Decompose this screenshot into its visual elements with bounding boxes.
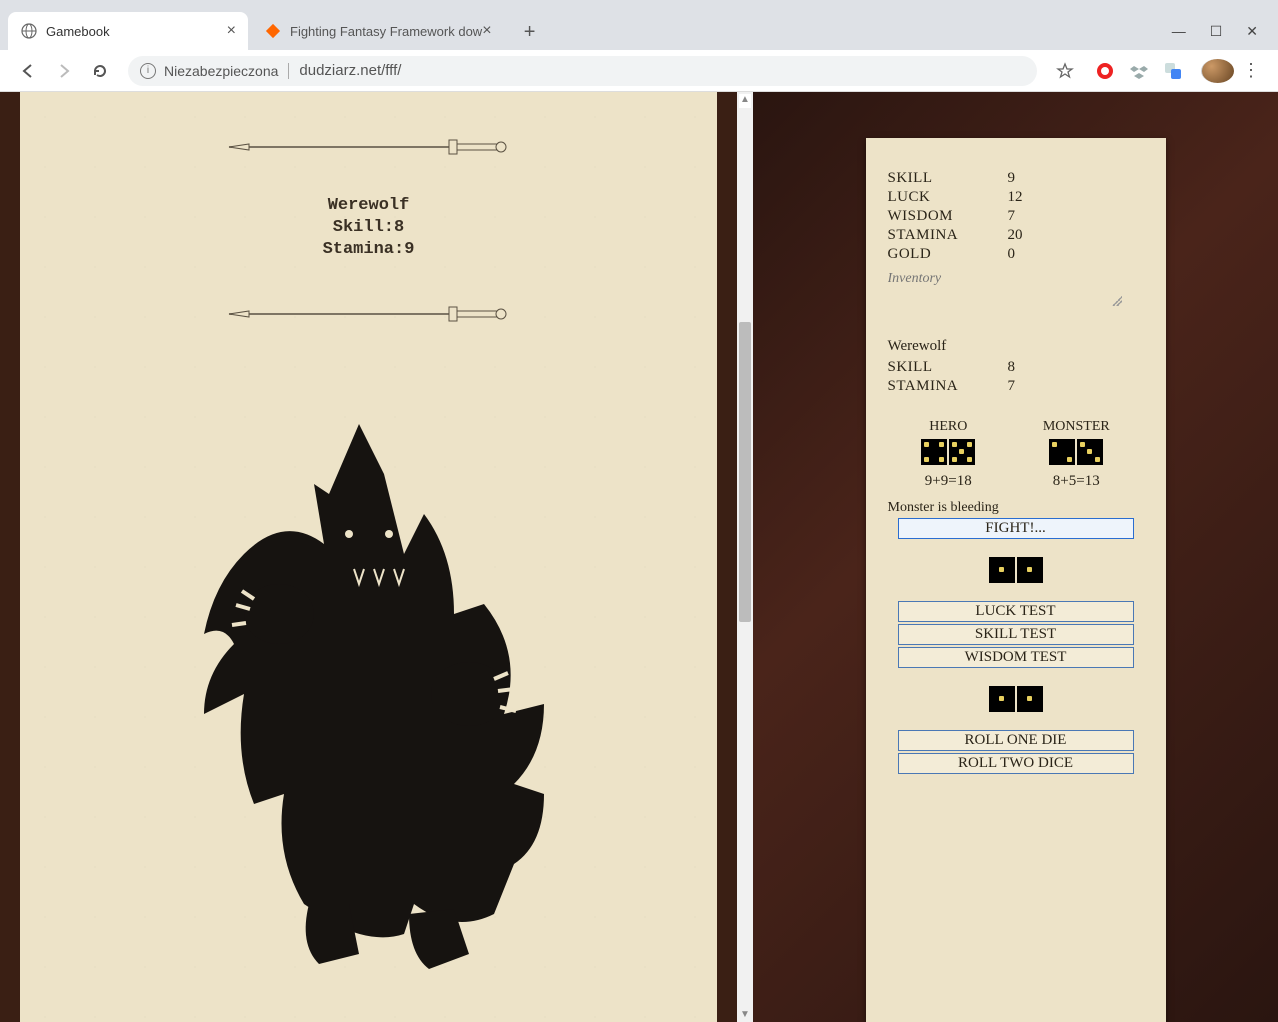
character-sheet-pane: SKILL9 LUCK12 WISDOM7 STAMINA20 GOLD0 We… xyxy=(753,92,1278,1022)
enemy-stat-block: Werewolf Skill:8 Stamina:9 xyxy=(20,195,717,261)
enemy-name: Werewolf xyxy=(20,195,717,217)
minimize-icon[interactable]: — xyxy=(1172,23,1186,40)
enemy-skill: Skill:8 xyxy=(20,217,717,239)
tab-title: Gamebook xyxy=(46,24,110,39)
monster-calc: 8+5=13 xyxy=(1043,473,1110,490)
close-window-icon[interactable]: ✕ xyxy=(1246,23,1258,40)
extensions xyxy=(1095,61,1183,81)
forward-button[interactable] xyxy=(50,57,78,85)
die-icon xyxy=(989,557,1015,583)
translate-icon[interactable] xyxy=(1163,61,1183,81)
sourceforge-icon xyxy=(264,22,282,40)
globe-icon xyxy=(20,22,38,40)
die-icon xyxy=(921,439,947,465)
werewolf-illustration xyxy=(159,414,579,974)
maximize-icon[interactable]: ☐ xyxy=(1210,23,1223,40)
back-button[interactable] xyxy=(14,57,42,85)
hero-combat-column: HERO 9+9=18 xyxy=(921,419,975,490)
new-tab-button[interactable]: + xyxy=(516,18,544,46)
kebab-menu-icon[interactable]: ⋮ xyxy=(1242,60,1260,81)
skill-test-button[interactable]: SKILL TEST xyxy=(898,624,1134,645)
stat-row: STAMINA20 xyxy=(888,227,1144,244)
url-box[interactable]: i Niezabezpieczona dudziarz.net/fff/ xyxy=(128,56,1037,86)
roll-one-button[interactable]: ROLL ONE DIE xyxy=(898,730,1134,751)
monster-name: Werewolf xyxy=(888,338,1144,355)
browser-tab-inactive[interactable]: Fighting Fantasy Framework dow × xyxy=(252,12,504,50)
stat-row: WISDOM7 xyxy=(888,208,1144,225)
stat-row: LUCK12 xyxy=(888,189,1144,206)
stat-row: SKILL8 xyxy=(888,359,1144,376)
monster-combat-column: MONSTER 8+5=13 xyxy=(1043,419,1110,490)
roll-two-button[interactable]: ROLL TWO DICE xyxy=(898,753,1134,774)
adblock-icon[interactable] xyxy=(1095,61,1115,81)
luck-test-button[interactable]: LUCK TEST xyxy=(898,601,1134,622)
hero-stats: SKILL9 LUCK12 WISDOM7 STAMINA20 GOLD0 xyxy=(888,170,1144,304)
reload-button[interactable] xyxy=(86,57,114,85)
die-icon xyxy=(1077,439,1103,465)
browser-address-bar: i Niezabezpieczona dudziarz.net/fff/ ⋮ xyxy=(0,50,1278,92)
stat-row: STAMINA7 xyxy=(888,378,1144,395)
die-icon xyxy=(989,686,1015,712)
die-icon xyxy=(1017,686,1043,712)
wisdom-test-button[interactable]: WISDOM TEST xyxy=(898,647,1134,668)
die-icon xyxy=(1049,439,1075,465)
sword-divider-icon xyxy=(219,289,519,339)
die-icon xyxy=(949,439,975,465)
dropbox-icon[interactable] xyxy=(1129,61,1149,81)
profile-avatar[interactable] xyxy=(1201,59,1234,83)
combat-status: Monster is bleeding xyxy=(888,500,1144,516)
fight-button[interactable]: FIGHT!... xyxy=(898,518,1134,539)
sword-divider-icon xyxy=(219,122,519,172)
inventory-input[interactable] xyxy=(888,271,1120,299)
combat-section: HERO 9+9=18 MONSTER 8+5=13 xyxy=(888,419,1144,539)
security-indicator[interactable]: i Niezabezpieczona xyxy=(140,63,289,79)
close-icon[interactable]: × xyxy=(227,22,236,40)
scroll-down-icon[interactable]: ▼ xyxy=(740,1009,750,1020)
info-icon: i xyxy=(140,63,156,79)
roll-dice-display xyxy=(888,686,1144,712)
stat-row: SKILL9 xyxy=(888,170,1144,187)
tab-title: Fighting Fantasy Framework dow xyxy=(290,24,482,39)
star-icon[interactable] xyxy=(1051,57,1079,85)
story-pane: Werewolf Skill:8 Stamina:9 xyxy=(0,92,737,1022)
die-icon xyxy=(1017,557,1043,583)
scroll-up-icon[interactable]: ▲ xyxy=(740,94,750,105)
close-icon[interactable]: × xyxy=(482,22,491,40)
character-sheet: SKILL9 LUCK12 WISDOM7 STAMINA20 GOLD0 We… xyxy=(866,138,1166,1022)
monster-stats: Werewolf SKILL8 STAMINA7 xyxy=(888,338,1144,395)
stat-row: GOLD0 xyxy=(888,246,1144,263)
vertical-scrollbar[interactable]: ▲ ▼ xyxy=(737,92,753,1022)
scrollbar-thumb[interactable] xyxy=(739,322,751,622)
test-dice-display xyxy=(888,557,1144,583)
enemy-stamina: Stamina:9 xyxy=(20,239,717,261)
browser-tab-active[interactable]: Gamebook × xyxy=(8,12,248,50)
window-controls: — ☐ ✕ xyxy=(1172,23,1278,50)
hero-calc: 9+9=18 xyxy=(921,473,975,490)
parchment-page: Werewolf Skill:8 Stamina:9 xyxy=(20,92,717,1022)
url-text: dudziarz.net/fff/ xyxy=(299,62,401,79)
browser-titlebar: Gamebook × Fighting Fantasy Framework do… xyxy=(0,0,1278,50)
